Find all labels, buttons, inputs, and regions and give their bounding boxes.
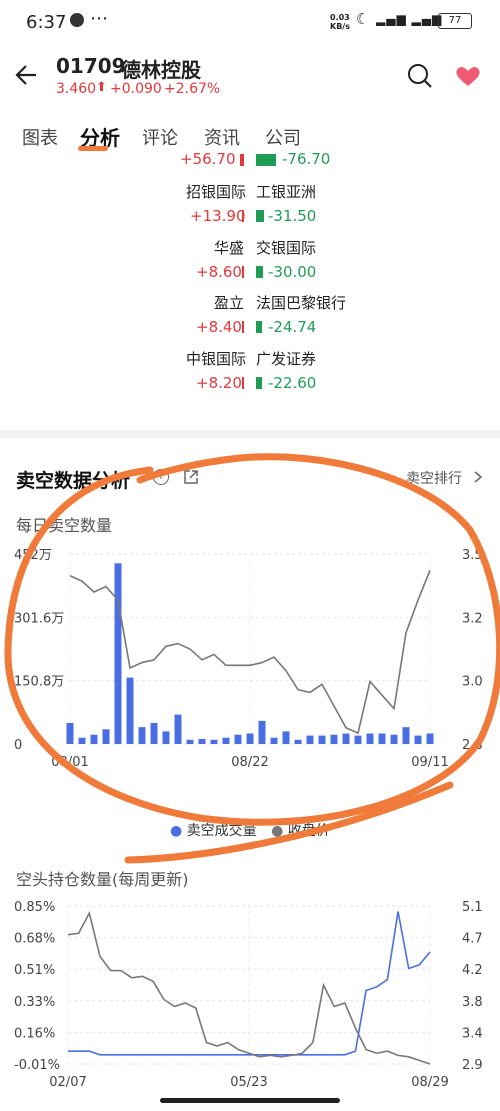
right-axis-tick: 3.4 (462, 1026, 483, 1041)
sell-value: -30.00 (268, 263, 317, 281)
buy-bar (242, 321, 244, 333)
sell-bar (256, 377, 262, 389)
tab-news[interactable]: 资讯 (204, 124, 240, 150)
tab-comments[interactable]: 评论 (142, 124, 178, 150)
sell-broker-name: 广发证券 (256, 350, 317, 368)
right-axis-tick: 5.1 (462, 900, 483, 915)
sell-value: -76.70 (282, 150, 331, 168)
buy-broker-name: 招银国际 (186, 183, 247, 201)
status-time: 6:37 (26, 12, 67, 33)
sell-bar (256, 210, 264, 222)
left-axis-tick: 0.68% (14, 932, 55, 947)
x-axis-tick: 02/07 (49, 1075, 86, 1090)
moon-icon: ☾ (356, 10, 370, 28)
sell-broker-name: 交银国际 (256, 239, 317, 257)
buy-broker-name: 中银国际 (186, 350, 247, 368)
buy-value: +8.60 (196, 263, 242, 281)
tab-company[interactable]: 公司 (265, 124, 301, 150)
left-axis-tick: -0.01% (14, 1058, 60, 1073)
right-axis-tick: 4.7 (462, 932, 483, 947)
home-indicator (160, 1098, 340, 1103)
sell-broker-name: 工银亚洲 (256, 183, 317, 201)
stock-price: 3.460 (56, 81, 97, 97)
stock-change: +0.090 (110, 81, 162, 97)
right-axis-tick: 4.2 (462, 963, 483, 978)
sell-value: -22.60 (268, 374, 317, 392)
right-axis-tick: 3.8 (462, 995, 483, 1010)
search-icon[interactable] (406, 62, 434, 90)
buy-bar (240, 154, 244, 166)
stock-change-pct: +2.67% (164, 81, 221, 97)
sell-bar (256, 154, 276, 166)
orange-annotation-scribble (4, 453, 500, 864)
buy-bar (242, 210, 244, 222)
stock-header: 01709 德林控股 3.460 ⬆ +0.090 +2.67% (0, 48, 500, 108)
x-axis-tick: 05/23 (230, 1075, 267, 1090)
favorite-heart-icon[interactable] (454, 64, 482, 88)
signal-icon: ▂▄▆ ▂▄▆ (376, 12, 443, 26)
short-position-chart: 0.85% 5.1 0.68% 4.7 0.51% 4.2 0.33% 3.8 0.16% 3.4… (14, 900, 483, 1090)
status-bar: 6:37 ⋯ 0.03 KB/s ☾ ▂▄▆ ▂▄▆ 77 (0, 0, 500, 44)
buy-broker-name: 华盛 (214, 239, 245, 257)
tab-chart[interactable]: 图表 (22, 124, 58, 150)
buy-value: +8.20 (196, 374, 242, 392)
left-axis-tick: 0.51% (14, 963, 55, 978)
sell-value: -31.50 (268, 207, 317, 225)
sell-value: -24.74 (268, 318, 317, 336)
left-axis-tick: 0.16% (14, 1026, 55, 1041)
buy-broker-name: 盈立 (214, 294, 245, 312)
up-arrow-icon: ⬆ (96, 80, 107, 95)
battery-icon: 77 (438, 13, 472, 29)
buy-value: +13.90 (190, 207, 246, 225)
buy-bar (242, 266, 244, 278)
close-price-line (67, 910, 431, 1065)
right-axis-tick: 2.9 (462, 1058, 483, 1073)
left-axis-tick: 0.85% (14, 900, 55, 915)
more-dots-icon: ⋯ (90, 8, 108, 29)
sell-bar (256, 321, 262, 333)
x-axis-tick: 08/29 (411, 1075, 448, 1090)
app-notification-icon (70, 13, 84, 27)
broker-list: +56.70 -76.70 招银国际 工银亚洲 +13.90 -31.50 华盛… (0, 150, 500, 400)
sell-bar (256, 266, 263, 278)
stock-code: 01709 (56, 54, 126, 78)
stock-name: 德林控股 (121, 58, 201, 82)
net-speed: 0.03 KB/s (330, 13, 350, 31)
buy-value: +8.40 (196, 318, 242, 336)
left-axis-tick: 0.33% (14, 995, 55, 1010)
section-divider (0, 430, 500, 438)
buy-value: +56.70 (180, 150, 236, 168)
sell-broker-name: 法国巴黎银行 (256, 294, 347, 312)
buy-bar (242, 377, 244, 389)
back-arrow-icon[interactable] (14, 62, 40, 88)
